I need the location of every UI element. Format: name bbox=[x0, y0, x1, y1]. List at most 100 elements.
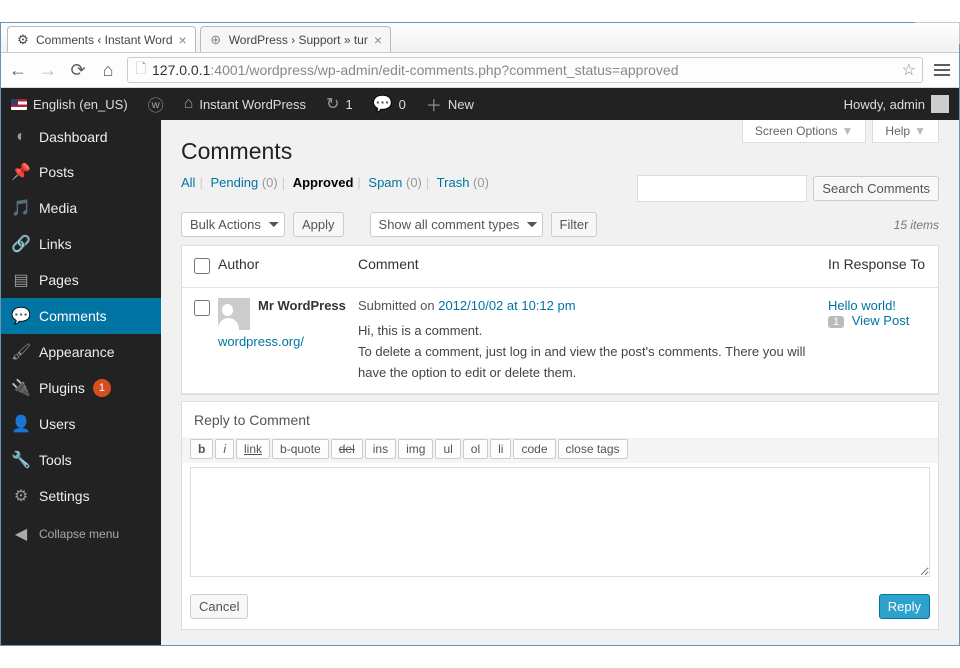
comment-row: Mr WordPress wordpress.org/ Submitted on… bbox=[182, 288, 938, 394]
submitted-on: Submitted on 2012/10/02 at 10:12 pm bbox=[358, 298, 812, 313]
submitted-date-link[interactable]: 2012/10/02 at 10:12 pm bbox=[438, 298, 575, 313]
ab-new[interactable]: ＋New bbox=[416, 88, 484, 120]
home-button[interactable]: ⌂ bbox=[97, 59, 119, 81]
content-area: Screen Options▼ Help▼ Comments Search Co… bbox=[161, 120, 959, 645]
items-count: 15 items bbox=[894, 218, 939, 232]
ab-account[interactable]: Howdy, admin bbox=[834, 88, 959, 120]
home-icon: ⌂ bbox=[184, 95, 194, 113]
wordpress-logo-icon: ⓦ bbox=[148, 92, 164, 116]
column-response[interactable]: In Response To bbox=[828, 256, 938, 272]
reply-submit-button[interactable]: Reply bbox=[879, 594, 930, 619]
filter-trash[interactable]: Trash (0) bbox=[437, 175, 489, 190]
browser-tab-active[interactable]: ⚙ Comments ‹ Instant Word × bbox=[7, 26, 196, 52]
reply-box: Reply to Comment b i link b-quote del in… bbox=[181, 401, 939, 630]
column-comment: Comment bbox=[358, 256, 828, 272]
qt-ins[interactable]: ins bbox=[365, 439, 396, 459]
media-icon: 🎵 bbox=[11, 198, 31, 218]
filter-all[interactable]: All bbox=[181, 175, 195, 190]
menu-media[interactable]: 🎵Media bbox=[1, 190, 161, 226]
search-comments-button[interactable]: Search Comments bbox=[813, 176, 939, 201]
filter-approved[interactable]: Approved bbox=[293, 175, 354, 190]
bookmark-star-icon[interactable]: ☆ bbox=[902, 60, 916, 80]
menu-settings[interactable]: ⚙Settings bbox=[1, 478, 161, 514]
tab-close-icon[interactable]: × bbox=[374, 32, 382, 48]
qt-img[interactable]: img bbox=[398, 439, 433, 459]
wordpress-favicon-icon: ⚙ bbox=[16, 33, 30, 47]
ab-language[interactable]: English (en_US) bbox=[1, 88, 138, 120]
qt-ol[interactable]: ol bbox=[463, 439, 488, 459]
qt-bold[interactable]: b bbox=[190, 439, 213, 459]
help-tab[interactable]: Help▼ bbox=[872, 120, 939, 143]
menu-plugins[interactable]: 🔌Plugins1 bbox=[1, 370, 161, 406]
menu-tools[interactable]: 🔧Tools bbox=[1, 442, 161, 478]
response-post-link[interactable]: Hello world! bbox=[828, 298, 896, 313]
cancel-button[interactable]: Cancel bbox=[190, 594, 248, 619]
tab-title: Comments ‹ Instant Word bbox=[36, 33, 173, 47]
ab-site-name[interactable]: ⌂Instant WordPress bbox=[174, 88, 316, 120]
reply-textarea[interactable] bbox=[190, 467, 930, 577]
screen-options-tab[interactable]: Screen Options▼ bbox=[742, 120, 867, 143]
column-author[interactable]: Author bbox=[218, 256, 358, 272]
link-icon: 🔗 bbox=[11, 234, 31, 254]
bulk-actions-select[interactable]: Bulk Actions bbox=[181, 212, 285, 237]
qt-link[interactable]: link bbox=[236, 439, 270, 459]
comment-type-select[interactable]: Show all comment types bbox=[370, 212, 543, 237]
menu-posts[interactable]: 📌Posts bbox=[1, 154, 161, 190]
chevron-down-icon: ▼ bbox=[842, 124, 854, 138]
browser-menu-icon[interactable] bbox=[931, 64, 953, 76]
row-checkbox[interactable] bbox=[194, 300, 210, 316]
apply-button[interactable]: Apply bbox=[293, 212, 344, 237]
search-comments-input[interactable] bbox=[637, 175, 807, 202]
collapse-icon: ◀ bbox=[11, 524, 31, 544]
qt-del[interactable]: del bbox=[331, 439, 363, 459]
menu-comments[interactable]: 💬Comments bbox=[1, 298, 161, 334]
quicktags-toolbar: b i link b-quote del ins img ul ol li co… bbox=[182, 438, 938, 463]
ab-updates[interactable]: ↻1 bbox=[316, 88, 363, 120]
pin-icon: 📌 bbox=[11, 162, 31, 182]
qt-code[interactable]: code bbox=[513, 439, 555, 459]
tab-title: WordPress › Support » tur bbox=[229, 33, 368, 47]
comment-body: Hi, this is a comment. To delete a comme… bbox=[358, 321, 812, 383]
browser-tabstrip: ⚙ Comments ‹ Instant Word × ⊕ WordPress … bbox=[1, 23, 959, 53]
filter-pending[interactable]: Pending (0) bbox=[210, 175, 277, 190]
filter-button[interactable]: Filter bbox=[551, 212, 598, 237]
menu-appearance[interactable]: 🖌Appearance bbox=[1, 334, 161, 370]
comment-icon: 💬 bbox=[11, 306, 31, 326]
admin-sidebar: ◐Dashboard 📌Posts 🎵Media 🔗Links ▤Pages 💬… bbox=[1, 120, 161, 645]
qt-li[interactable]: li bbox=[490, 439, 511, 459]
sliders-icon: ⚙ bbox=[11, 486, 31, 506]
comment-icon: 💬 bbox=[373, 94, 393, 114]
ab-wp-logo[interactable]: ⓦ bbox=[138, 88, 174, 120]
address-bar[interactable]: 🗋 127.0.0.1:4001/wordpress/wp-admin/edit… bbox=[127, 57, 923, 83]
menu-dashboard[interactable]: ◐Dashboard bbox=[1, 120, 161, 154]
menu-pages[interactable]: ▤Pages bbox=[1, 262, 161, 298]
author-url-link[interactable]: wordpress.org/ bbox=[218, 334, 348, 349]
qt-ul[interactable]: ul bbox=[435, 439, 460, 459]
qt-italic[interactable]: i bbox=[215, 439, 234, 459]
dashboard-icon: ◐ bbox=[11, 128, 31, 146]
filter-spam[interactable]: Spam (0) bbox=[368, 175, 421, 190]
back-button[interactable]: ← bbox=[7, 59, 29, 81]
collapse-menu[interactable]: ◀Collapse menu bbox=[1, 514, 161, 554]
comments-table: Author Comment In Response To Mr WordPre… bbox=[181, 245, 939, 395]
brush-icon: 🖌 bbox=[11, 342, 31, 362]
tab-close-icon[interactable]: × bbox=[179, 32, 187, 48]
user-icon: 👤 bbox=[11, 414, 31, 434]
update-badge: 1 bbox=[93, 379, 111, 397]
menu-links[interactable]: 🔗Links bbox=[1, 226, 161, 262]
qt-closetags[interactable]: close tags bbox=[558, 439, 628, 459]
view-post-link[interactable]: View Post bbox=[852, 313, 910, 328]
chevron-down-icon: ▼ bbox=[914, 124, 926, 138]
page-icon: ▤ bbox=[11, 270, 31, 290]
qt-bquote[interactable]: b-quote bbox=[272, 439, 329, 459]
ab-comments[interactable]: 💬0 bbox=[363, 88, 416, 120]
updates-icon: ↻ bbox=[326, 94, 339, 114]
response-count-badge: 1 bbox=[828, 316, 844, 328]
browser-tab-inactive[interactable]: ⊕ WordPress › Support » tur × bbox=[200, 26, 391, 52]
select-all-checkbox[interactable] bbox=[194, 258, 210, 274]
menu-users[interactable]: 👤Users bbox=[1, 406, 161, 442]
forward-button[interactable]: → bbox=[37, 59, 59, 81]
plus-icon: ＋ bbox=[426, 92, 442, 116]
reload-button[interactable]: ⟳ bbox=[67, 59, 89, 81]
wp-admin-bar: English (en_US) ⓦ ⌂Instant WordPress ↻1 … bbox=[1, 88, 959, 120]
